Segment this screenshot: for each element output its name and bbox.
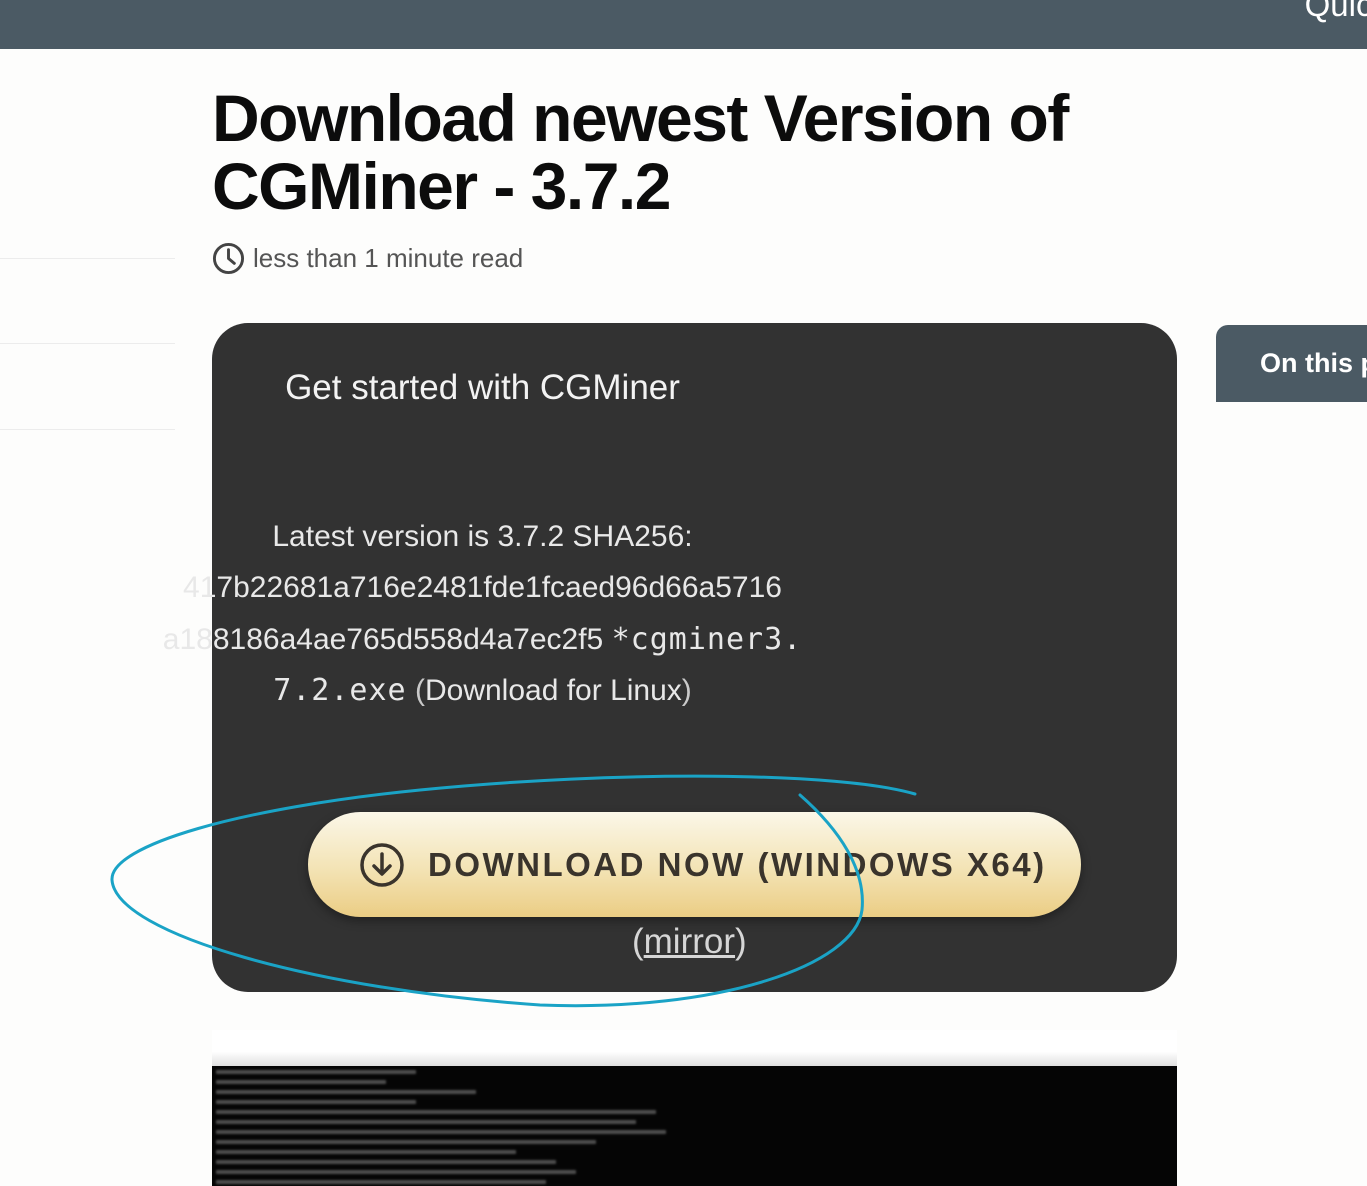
terminal-screenshot [212, 1030, 1177, 1186]
toc-label: On this page [1260, 348, 1367, 378]
sha256-hash-part-2: a188186a4ae765d558d4a7ec2f5 [162, 623, 604, 656]
latest-version-label: Latest version is 3.7.2 SHA256: [272, 520, 693, 553]
page-title: Download newest Version of CGMiner - 3.7… [212, 81, 1069, 223]
read-time-text: less than 1 minute read [253, 243, 524, 273]
sha256-line-2: a188186a4ae765d558d4a7ec2f5 *cgminer3. [0, 622, 965, 657]
sidebar-divider [0, 258, 175, 259]
terminal-text-line [216, 1120, 636, 1124]
terminal-text-line [216, 1070, 416, 1074]
sha256-hash-part-1: 417b22681a716e2481fde1fcaed96d66a5716 [183, 571, 782, 604]
download-button-label: DOWNLOAD NOW (WINDOWS X64) [428, 845, 1047, 883]
linux-paren-close: ) [681, 674, 692, 707]
card-heading: Get started with CGMiner [285, 368, 680, 407]
top-nav-bar: Quick [0, 0, 1367, 49]
filename-part-2: 7.2.exe [273, 673, 407, 708]
terminal-text-line [216, 1100, 416, 1104]
sha256-line-1: 417b22681a716e2481fde1fcaed96d66a5716 [0, 571, 965, 605]
download-now-button[interactable]: DOWNLOAD NOW (WINDOWS X64) [308, 812, 1081, 917]
mirror-paren-open: ( [632, 922, 644, 961]
filename-part-1: *cgminer3. [611, 622, 803, 657]
mirror-link[interactable]: mirror [644, 922, 735, 961]
terminal-text-line [216, 1110, 656, 1114]
filename-line: 7.2.exe (Download for Linux) [0, 673, 965, 708]
sidebar-divider [0, 343, 175, 344]
terminal-text-line [216, 1170, 576, 1174]
read-time: less than 1 minute read [212, 242, 523, 275]
download-linux-link[interactable]: Download for Linux [425, 674, 682, 707]
terminal-text-line [216, 1090, 476, 1094]
clock-icon [212, 242, 245, 275]
terminal-text-line [216, 1140, 596, 1144]
on-this-page-toc[interactable]: On this page [1216, 325, 1367, 402]
terminal-text-line [216, 1130, 666, 1134]
terminal-titlebar [212, 1030, 1177, 1066]
quick-start-link[interactable]: Quick [1305, 0, 1367, 24]
terminal-text-line [216, 1150, 516, 1154]
latest-version-text: Latest version is 3.7.2 SHA256: [0, 520, 965, 554]
terminal-text-line [216, 1160, 556, 1164]
terminal-text-line [216, 1180, 546, 1184]
download-circle-icon [360, 842, 404, 887]
sidebar-divider [0, 429, 175, 430]
linux-paren-open: ( [414, 674, 425, 707]
terminal-text-line [216, 1080, 386, 1084]
mirror-paren-close: ) [735, 922, 747, 961]
